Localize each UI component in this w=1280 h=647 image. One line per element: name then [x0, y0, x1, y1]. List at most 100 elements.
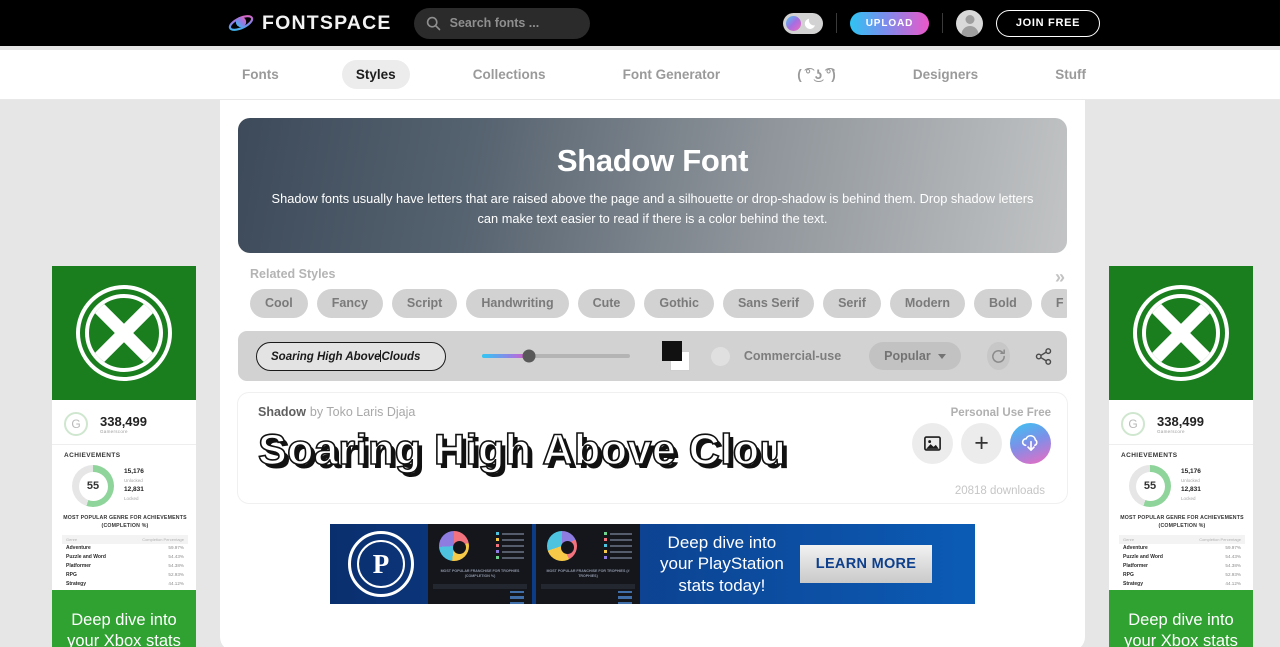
commercial-use-label: Commercial-use	[743, 349, 842, 363]
style-chip[interactable]: Bold	[974, 289, 1032, 318]
style-chip[interactable]: Cute	[577, 289, 636, 318]
genre-col-value: Completion Percentage	[142, 536, 184, 542]
font-size-slider[interactable]	[481, 349, 630, 363]
genre-name: Strategy	[66, 581, 87, 588]
preview-input-value: Soaring High Above	[271, 350, 381, 363]
genre-value: 44.12%	[168, 581, 184, 587]
nav-item-collections[interactable]: Collections	[459, 60, 560, 89]
logo-text: FONTSPACE	[262, 11, 392, 34]
hero-banner: Shadow Font Shadow fonts usually have le…	[238, 118, 1067, 253]
style-chip[interactable]: Serif	[823, 289, 881, 318]
preview-image-button[interactable]	[912, 423, 953, 464]
genre-row: Platformer 54.38%	[62, 562, 188, 571]
playstation-banner-ad[interactable]: P MOST POPULAR FRANCHISE FOR TROPHIES (C…	[330, 524, 975, 604]
style-chip[interactable]: Script	[391, 289, 458, 318]
genre-value: 52.93%	[168, 572, 184, 578]
genre-row: Puzzle and Word 54.43%	[1119, 553, 1245, 562]
style-chip[interactable]: Gothic	[644, 289, 714, 318]
banner-screenshot: MOST POPULAR FRANCHISE FOR TROPHIES (# T…	[536, 524, 640, 604]
style-chip[interactable]: Handwriting	[466, 289, 569, 318]
download-button[interactable]	[1010, 423, 1051, 464]
chevron-double-right-icon[interactable]: »	[1055, 267, 1065, 288]
font-name[interactable]: Shadow	[258, 405, 306, 419]
genre-row: Puzzle and Word 54.43%	[62, 553, 188, 562]
ad-cta-line2: your Xbox stats	[67, 631, 181, 647]
genre-name: Adventure	[1123, 545, 1148, 552]
sort-dropdown[interactable]: Popular	[869, 342, 961, 370]
nav-item-stuff[interactable]: Stuff	[1041, 60, 1100, 89]
genre-col-name: Genre	[1123, 536, 1135, 542]
sidebar-ad-left[interactable]: G 338,499 Gamerscore ACHIEVEMENTS 55 15,…	[52, 266, 196, 647]
genre-name: Puzzle and Word	[1123, 554, 1163, 561]
nav-item-designers[interactable]: Designers	[899, 60, 992, 89]
font-result-card[interactable]: Shadow by Toko Laris Djaja Personal Use …	[238, 393, 1067, 503]
achievements-title: ACHIEVEMENTS	[64, 452, 121, 459]
preview-controls: Soaring High AboveClouds Commercial-use …	[238, 331, 1067, 381]
grade-badge: G	[64, 412, 88, 436]
unlocked-value: 15,176	[1181, 468, 1201, 475]
genre-name: Strategy	[1123, 581, 1144, 588]
plus-icon: +	[974, 429, 989, 457]
commercial-use-toggle[interactable]	[710, 346, 730, 366]
search-icon	[426, 16, 440, 30]
ad-cta-line1: Deep dive into	[1128, 611, 1234, 629]
style-chip[interactable]: Modern	[889, 289, 966, 318]
share-button[interactable]	[1034, 345, 1053, 367]
color-swatches[interactable]	[661, 341, 690, 371]
preview-text-input[interactable]: Soaring High AboveClouds	[256, 341, 446, 371]
style-chip[interactable]: Cool	[250, 289, 308, 318]
genre-name: Adventure	[66, 545, 91, 552]
nav-item-[interactable]: ( ͡° ͜ʖ ͡°)	[783, 60, 850, 89]
upload-button[interactable]: UPLOAD	[850, 11, 929, 35]
sidebar-ad-right[interactable]: G 338,499 Gamerscore ACHIEVEMENTS 55 15,…	[1109, 266, 1253, 647]
locked-label: Locked	[124, 496, 139, 501]
preview-input-value-after: Clouds	[381, 350, 421, 363]
genre-value: 54.38%	[1225, 563, 1241, 569]
font-card-meta: Shadow by Toko Laris Djaja Personal Use …	[258, 405, 1051, 419]
header-divider	[836, 13, 837, 33]
genre-row: Adventure 59.97%	[62, 544, 188, 553]
style-chip[interactable]: Fancy	[316, 289, 383, 318]
share-icon	[1035, 347, 1052, 365]
xbox-logo-panel	[1109, 266, 1253, 400]
locked-label: Locked	[1181, 496, 1196, 501]
genre-name: RPG	[1123, 572, 1134, 579]
add-to-collection-button[interactable]: +	[961, 423, 1002, 464]
refresh-button[interactable]	[986, 342, 1010, 370]
logo[interactable]: FONTSPACE	[228, 12, 392, 35]
xbox-ad-cta-panel: Deep dive into your Xbox stats today! LE…	[1109, 590, 1253, 647]
font-author[interactable]: by Toko Laris Djaja	[310, 405, 415, 419]
ad-cta-line1: Deep dive into	[71, 611, 177, 629]
nav-item-fonts[interactable]: Fonts	[228, 60, 293, 89]
banner-learn-more-button[interactable]: LEARN MORE	[799, 545, 933, 583]
foreground-color-swatch[interactable]	[661, 341, 682, 361]
chevron-down-icon	[937, 353, 946, 359]
genre-row: Platformer 54.38%	[1119, 562, 1245, 571]
xbox-logo-icon	[76, 285, 172, 381]
theme-toggle[interactable]	[783, 12, 823, 34]
locked-value: 12,831	[124, 486, 144, 493]
moon-icon	[804, 18, 815, 29]
banner-headline-line3: stats today!	[678, 575, 766, 595]
achievement-percent: 55	[86, 480, 100, 492]
next-font-card-partial[interactable]	[238, 625, 1067, 647]
style-chip[interactable]: F	[1040, 289, 1067, 318]
nav-item-styles[interactable]: Styles	[341, 60, 410, 89]
genre-row: RPG 52.93%	[1119, 571, 1245, 580]
page-body: G 338,499 Gamerscore ACHIEVEMENTS 55 15,…	[0, 100, 1280, 647]
genre-value: 54.38%	[168, 563, 184, 569]
xbox-stats-preview: G 338,499 Gamerscore ACHIEVEMENTS 55 15,…	[52, 400, 196, 590]
hero-description: Shadow fonts usually have letters that a…	[271, 191, 1034, 226]
genre-value: 59.97%	[1225, 545, 1241, 551]
join-free-button[interactable]: JOIN FREE	[996, 9, 1100, 37]
search-input[interactable]: Search fonts ...	[413, 7, 590, 39]
slider-knob[interactable]	[522, 349, 536, 363]
genre-value: 59.97%	[168, 545, 184, 551]
nav-item-font-generator[interactable]: Font Generator	[609, 60, 735, 89]
font-license-badge: Personal Use Free	[950, 407, 1051, 419]
genre-row: Strategy 44.12%	[1119, 580, 1245, 589]
style-chip[interactable]: Sans Serif	[722, 289, 815, 318]
genre-name: Platformer	[66, 563, 92, 570]
banner-headline: Deep dive into your PlayStation stats to…	[660, 532, 784, 595]
avatar[interactable]	[956, 9, 983, 37]
